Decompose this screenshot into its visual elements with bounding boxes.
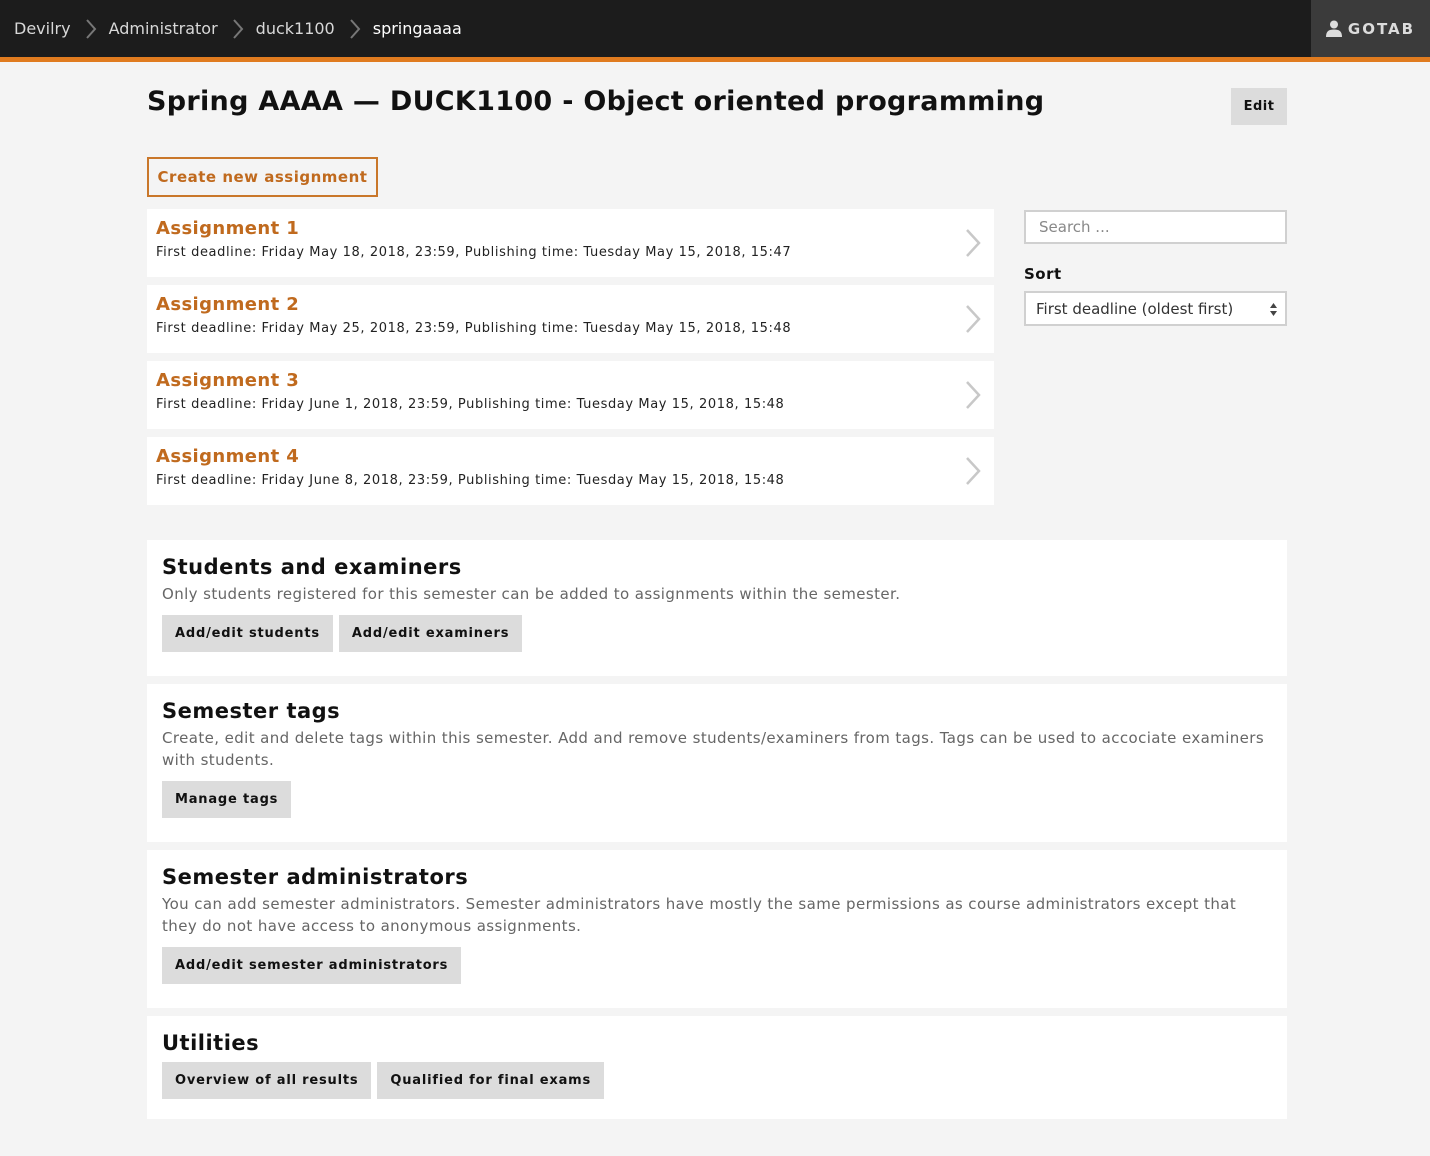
chevron-right-icon <box>966 381 981 409</box>
sort-label: Sort <box>1024 265 1062 283</box>
add-edit-semester-admins-button[interactable]: Add/edit semester administrators <box>162 947 462 984</box>
assignment-meta: First deadline: Friday May 25, 2018, 23:… <box>156 321 792 336</box>
create-assignment-button[interactable]: Create new assignment <box>147 157 378 197</box>
semester-tags-section: Semester tags Create, edit and delete ta… <box>147 684 1287 842</box>
breadcrumb-administrator[interactable]: Administrator <box>109 19 218 38</box>
assignment-item[interactable]: Assignment 3 First deadline: Friday June… <box>147 361 994 429</box>
section-title: Students and examiners <box>162 555 462 579</box>
assignment-item[interactable]: Assignment 4 First deadline: Friday June… <box>147 437 994 505</box>
section-title: Semester administrators <box>162 865 469 889</box>
section-description: Only students registered for this semest… <box>162 585 901 603</box>
chevron-right-icon <box>966 305 981 333</box>
qualified-final-exams-button[interactable]: Qualified for final exams <box>377 1062 605 1099</box>
students-examiners-section: Students and examiners Only students reg… <box>147 540 1287 676</box>
assignment-title: Assignment 1 <box>156 218 300 239</box>
assignment-item[interactable]: Assignment 2 First deadline: Friday May … <box>147 285 994 353</box>
page-title: Spring AAAA — DUCK1100 - Object oriented… <box>147 86 1045 117</box>
chevron-right-icon <box>966 457 981 485</box>
assignment-title: Assignment 2 <box>156 294 300 315</box>
overview-results-button[interactable]: Overview of all results <box>162 1062 372 1099</box>
assignment-meta: First deadline: Friday June 8, 2018, 23:… <box>156 473 785 488</box>
breadcrumb: Devilry Administrator duck1100 springaaa… <box>14 0 462 57</box>
manage-tags-button[interactable]: Manage tags <box>162 781 292 818</box>
edit-button[interactable]: Edit <box>1231 88 1287 125</box>
sort-selected-value: First deadline (oldest first) <box>1036 299 1234 318</box>
breadcrumb-devilry[interactable]: Devilry <box>14 19 71 38</box>
breadcrumb-semester: springaaaa <box>372 19 462 38</box>
user-icon <box>1325 20 1342 37</box>
chevron-right-icon <box>85 18 97 40</box>
assignment-title: Assignment 3 <box>156 370 300 391</box>
user-name: GOTAB <box>1347 19 1416 38</box>
chevron-right-icon <box>232 18 244 40</box>
add-edit-students-button[interactable]: Add/edit students <box>162 615 333 652</box>
semester-administrators-section: Semester administrators You can add seme… <box>147 850 1287 1008</box>
top-navbar: Devilry Administrator duck1100 springaaa… <box>0 0 1430 62</box>
assignment-meta: First deadline: Friday June 1, 2018, 23:… <box>156 397 785 412</box>
section-title: Utilities <box>162 1031 260 1055</box>
assignment-title: Assignment 4 <box>156 446 300 467</box>
add-edit-examiners-button[interactable]: Add/edit examiners <box>338 615 523 652</box>
assignment-meta: First deadline: Friday May 18, 2018, 23:… <box>156 245 792 260</box>
assignment-list: Assignment 1 First deadline: Friday May … <box>147 209 994 513</box>
section-description: Create, edit and delete tags within this… <box>162 729 1265 769</box>
section-description: You can add semester administrators. Sem… <box>162 895 1237 935</box>
chevron-right-icon <box>966 229 981 257</box>
breadcrumb-course[interactable]: duck1100 <box>256 19 335 38</box>
search-input[interactable] <box>1024 210 1287 244</box>
chevron-right-icon <box>349 18 361 40</box>
assignment-item[interactable]: Assignment 1 First deadline: Friday May … <box>147 209 994 277</box>
select-arrows-icon <box>1270 303 1277 316</box>
utilities-section: Utilities Overview of all results Qualif… <box>147 1016 1287 1119</box>
section-title: Semester tags <box>162 699 341 723</box>
user-menu-button[interactable]: GOTAB <box>1311 0 1430 57</box>
sort-select[interactable]: First deadline (oldest first) <box>1024 291 1287 326</box>
